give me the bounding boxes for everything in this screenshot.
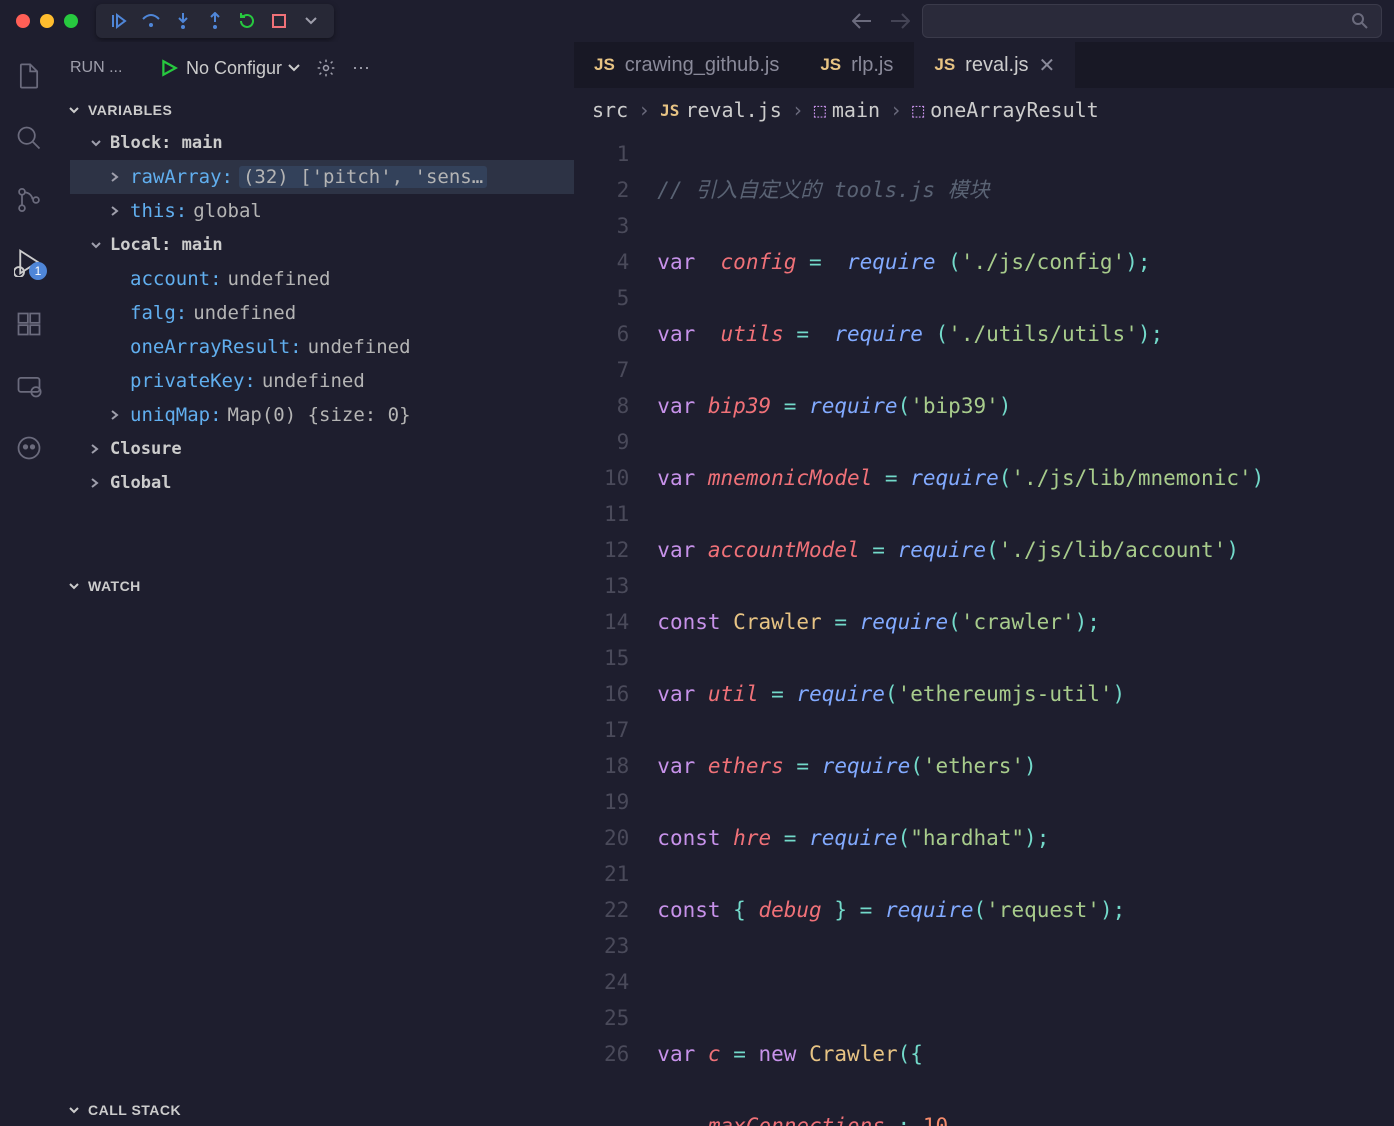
debug-more-button[interactable]: ⋯ [352, 58, 370, 79]
symbol-icon: ⬚ [814, 98, 826, 122]
breadcrumb-main[interactable]: ⬚main [814, 98, 880, 122]
scope-local[interactable]: Local: main [70, 228, 574, 262]
start-debug-button[interactable] [160, 59, 178, 77]
tab-reval[interactable]: JS reval.js ✕ [914, 42, 1076, 88]
js-icon: JS [660, 101, 679, 120]
activity-bar: 1 [0, 42, 58, 1126]
chevron-down-icon [68, 1104, 80, 1116]
command-search-input[interactable] [922, 4, 1382, 38]
code-editor[interactable]: 1234567891011121314151617181920212223242… [574, 132, 1394, 1126]
scope-block[interactable]: Block: main [70, 126, 574, 160]
maximize-window-button[interactable] [64, 14, 78, 28]
minimize-window-button[interactable] [40, 14, 54, 28]
scope-closure[interactable]: Closure [70, 432, 574, 466]
var-rawArray[interactable]: rawArray: (32) ['pitch', 'sens… [70, 160, 574, 194]
nav-forward-button[interactable] [890, 13, 910, 29]
search-icon [1351, 12, 1369, 30]
remote-tab[interactable] [13, 370, 45, 402]
var-falg[interactable]: falg: undefined [70, 296, 574, 330]
editor-area: JS crawing_github.js JS rlp.js JS reval.… [574, 42, 1394, 1126]
symbol-icon: ⬚ [912, 98, 924, 122]
nav-back-button[interactable] [852, 13, 872, 29]
var-oneArrayResult[interactable]: oneArrayResult: undefined [70, 330, 574, 364]
traffic-lights [0, 14, 78, 28]
chevron-down-icon [288, 64, 300, 72]
chevron-down-icon [90, 239, 102, 251]
stop-button[interactable] [268, 10, 290, 32]
chevron-down-icon [90, 137, 102, 149]
line-gutter: 1234567891011121314151617181920212223242… [574, 136, 657, 1126]
breadcrumb-file[interactable]: JSreval.js [660, 98, 782, 122]
tab-rlp[interactable]: JS rlp.js [800, 42, 914, 88]
var-uniqMap[interactable]: uniqMap: Map(0) {size: 0} [70, 398, 574, 432]
debug-sidebar: RUN ... No Configur ⋯ VARIABLES Block: m… [58, 42, 574, 1126]
run-debug-tab[interactable]: 1 [13, 246, 45, 278]
editor-tabs: JS crawing_github.js JS rlp.js JS reval.… [574, 42, 1394, 88]
tab-crawing-github[interactable]: JS crawing_github.js [574, 42, 800, 88]
continue-button[interactable] [108, 10, 130, 32]
extensions-tab[interactable] [13, 308, 45, 340]
debug-more-dropdown[interactable] [300, 10, 322, 32]
watch-section-header[interactable]: WATCH [58, 570, 574, 602]
search-tab[interactable] [13, 122, 45, 154]
breadcrumb-oneArrayResult[interactable]: ⬚oneArrayResult [912, 98, 1099, 122]
step-into-button[interactable] [172, 10, 194, 32]
breadcrumb[interactable]: src › JSreval.js › ⬚main › ⬚oneArrayResu… [574, 88, 1394, 132]
debug-config-select[interactable]: No Configur [186, 58, 300, 79]
step-out-button[interactable] [204, 10, 226, 32]
chevron-right-icon [90, 443, 100, 455]
chevron-right-icon [110, 409, 120, 421]
code-content[interactable]: // 引入自定义的 tools.js 模块 var config = requi… [657, 136, 1394, 1126]
close-window-button[interactable] [16, 14, 30, 28]
var-this[interactable]: this: global [70, 194, 574, 228]
step-over-button[interactable] [140, 10, 162, 32]
js-icon: JS [820, 55, 841, 75]
window-titlebar [0, 0, 1394, 42]
close-tab-button[interactable]: ✕ [1039, 53, 1056, 78]
variables-section-header[interactable]: VARIABLES [58, 94, 574, 126]
explorer-tab[interactable] [13, 60, 45, 92]
scope-global[interactable]: Global [70, 466, 574, 500]
var-privateKey[interactable]: privateKey: undefined [70, 364, 574, 398]
debug-toolbar [96, 4, 334, 38]
chevron-down-icon [68, 104, 80, 116]
var-account[interactable]: account: undefined [70, 262, 574, 296]
chevron-right-icon [110, 205, 120, 217]
variables-tree: Block: main rawArray: (32) ['pitch', 'se… [58, 126, 574, 500]
callstack-section-header[interactable]: CALL STACK [58, 1094, 574, 1126]
debug-settings-button[interactable] [316, 58, 336, 78]
js-icon: JS [594, 55, 615, 75]
restart-button[interactable] [236, 10, 258, 32]
js-icon: JS [934, 55, 955, 75]
copilot-tab[interactable] [13, 432, 45, 464]
source-control-tab[interactable] [13, 184, 45, 216]
debug-badge: 1 [29, 262, 47, 280]
breadcrumb-src[interactable]: src [592, 98, 628, 122]
sidebar-title: RUN ... [70, 59, 152, 77]
chevron-right-icon [90, 477, 100, 489]
chevron-right-icon [110, 171, 120, 183]
chevron-down-icon [68, 580, 80, 592]
